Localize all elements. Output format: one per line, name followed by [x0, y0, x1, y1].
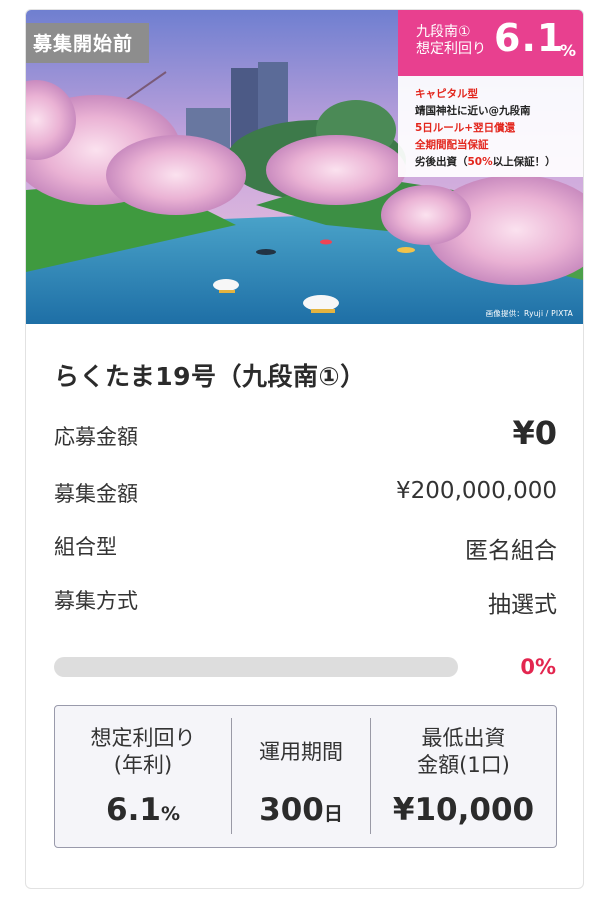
- progress-percent: 0%: [520, 655, 556, 679]
- stat-operation-period: 運用期間 300日: [232, 706, 370, 847]
- key-stats: 想定利回り (年利) 6.1% 運用期間 300日 最低出資 金額(1口) ¥1…: [54, 705, 557, 848]
- info-row-applied-amount: 応募金額 ¥0: [54, 414, 557, 453]
- row-value: ¥0: [512, 414, 557, 452]
- progress-bar: [54, 657, 458, 677]
- stat-value: ¥10,000: [392, 792, 535, 828]
- row-label: 組合型: [54, 535, 117, 559]
- row-label: 応募金額: [54, 425, 138, 449]
- yield-flag: 九段南① 想定利回り 6.1 %: [398, 10, 583, 76]
- stat-sublabel: (年利): [113, 753, 173, 777]
- stat-minimum-investment: 最低出資 金額(1口) ¥10,000: [371, 706, 556, 847]
- row-value: 抽選式: [488, 592, 557, 618]
- yield-flag-unit: %: [560, 41, 577, 60]
- hero-image: 募集開始前 九段南① 想定利回り 6.1 % キャピタル型 靖国神社に近い@九段…: [26, 10, 583, 324]
- photo-credit: 画像提供：Ryuji / PIXTA: [485, 309, 573, 318]
- feature-item: 靖国神社に近い@九段南: [415, 105, 531, 117]
- row-value: 匿名組合: [465, 538, 557, 564]
- stat-value: 300日: [259, 792, 343, 828]
- status-badge: 募集開始前: [26, 23, 150, 63]
- feature-item: 5日ルール+翌日償還: [415, 122, 516, 134]
- info-row-offering-method: 募集方式 抽選式: [54, 581, 557, 618]
- stat-label: 想定利回り: [90, 726, 196, 750]
- stat-sublabel: 金額(1口): [417, 753, 510, 777]
- stat-label: 運用期間: [259, 740, 343, 764]
- yield-flag-label: 九段南① 想定利回り: [416, 24, 494, 58]
- row-label: 募集金額: [54, 482, 138, 506]
- stat-value: 6.1%: [106, 792, 180, 828]
- stat-expected-yield: 想定利回り (年利) 6.1%: [55, 706, 231, 847]
- stat-label: 最低出資: [421, 726, 506, 750]
- row-value: ¥200,000,000: [396, 478, 557, 504]
- feature-item: 全期間配当保証: [415, 139, 489, 151]
- yield-flag-caption: 想定利回り: [416, 41, 486, 57]
- feature-item: キャピタル型: [415, 88, 478, 100]
- info-row-target-amount: 募集金額 ¥200,000,000: [54, 474, 557, 510]
- row-label: 募集方式: [54, 589, 138, 613]
- yield-flag-location: 九段南①: [416, 24, 471, 40]
- feature-list: キャピタル型 靖国神社に近い@九段南 5日ルール+翌日償還 全期間配当保証 劣後…: [398, 76, 583, 177]
- info-row-partnership-type: 組合型 匿名組合: [54, 527, 557, 564]
- feature-item: 劣後出資（50%以上保証！）: [415, 156, 556, 168]
- fund-card[interactable]: 募集開始前 九段南① 想定利回り 6.1 % キャピタル型 靖国神社に近い@九段…: [25, 9, 584, 889]
- fund-title[interactable]: らくたま19号（九段南①）: [54, 357, 366, 393]
- yield-flag-value: 6.1: [494, 16, 565, 60]
